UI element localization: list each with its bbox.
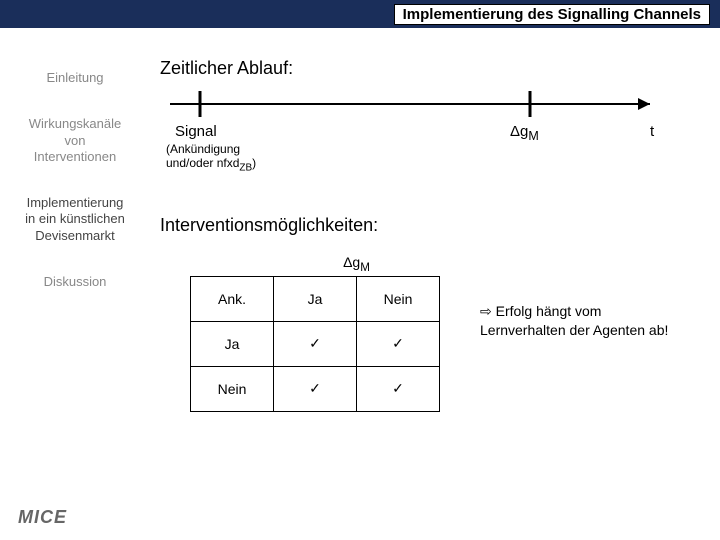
timeline-heading: Zeitlicher Ablauf: <box>160 58 720 79</box>
main-content: Zeitlicher Ablauf: Signal ΔgM t (Ankündi… <box>160 28 720 412</box>
matrix-cell-ja-ja: ✓ <box>274 321 357 366</box>
matrix-col-ja: Ja <box>274 276 357 321</box>
matrix-cell-nein-ja: ✓ <box>274 366 357 411</box>
matrix-cell-nein-nein: ✓ <box>357 366 440 411</box>
arrow-icon: ⇨ <box>480 303 492 319</box>
matrix-corner: Ank. <box>191 276 274 321</box>
timeline-dgm-label: ΔgM <box>510 123 539 143</box>
timeline-signal-sublabel: (Ankündigung und/oder nfxdZB) <box>166 142 720 175</box>
matrix-row-nein: Nein <box>191 366 274 411</box>
intervention-matrix: ΔgM Ank. Ja Nein Ja ✓ ✓ Nein ✓ ✓ <box>190 252 440 412</box>
timeline-diagram: Signal ΔgM t (Ankündigung und/oder nfxdZ… <box>160 89 720 175</box>
sidebar-item-implementierung: Implementierung in ein künstlichen Devis… <box>0 195 150 244</box>
page-title: Implementierung des Signalling Channels <box>394 4 710 25</box>
sidebar-item-diskussion: Diskussion <box>0 274 150 290</box>
timeline-axis-icon <box>160 89 680 119</box>
interventions-heading: Interventionsmöglichkeiten: <box>160 215 720 236</box>
sidebar-item-wirkungskanaele: Wirkungskanäle von Interventionen <box>0 116 150 165</box>
timeline-signal-label: Signal <box>175 123 217 140</box>
footer-logo: MICE <box>18 507 67 528</box>
conclusion-text: ⇨ Erfolg hängt vom Lernverhalten der Age… <box>480 302 670 340</box>
matrix-cell-ja-nein: ✓ <box>357 321 440 366</box>
matrix-col-nein: Nein <box>357 276 440 321</box>
timeline-t-label: t <box>650 123 654 140</box>
header-bar: Implementierung des Signalling Channels <box>0 0 720 28</box>
sidebar-item-einleitung: Einleitung <box>0 70 150 86</box>
matrix-row-ja: Ja <box>191 321 274 366</box>
sidebar: Einleitung Wirkungskanäle von Interventi… <box>0 70 150 320</box>
matrix-top-header: ΔgM <box>274 252 440 277</box>
